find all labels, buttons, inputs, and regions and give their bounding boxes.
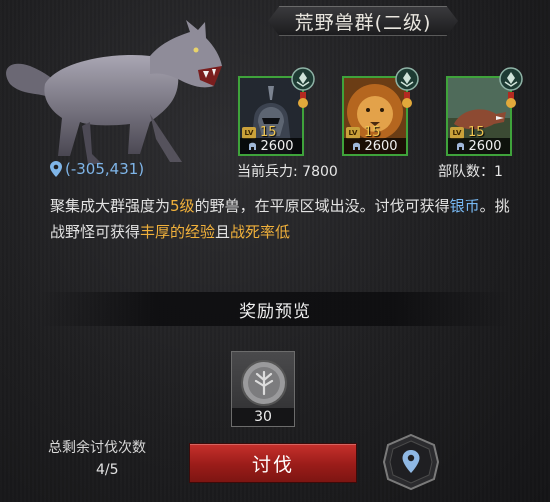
desc-text: 且 <box>215 223 231 241</box>
reward-preview-header: 奖励预览 <box>40 292 510 326</box>
desc-exp-highlight: 丰厚的经验 <box>140 223 216 241</box>
medal-icon <box>402 92 412 108</box>
remaining-attempts-label: 总剩余讨伐次数 <box>48 440 146 456</box>
helmet-icon <box>457 142 465 150</box>
coordinates-text: (-305,431) <box>65 160 145 178</box>
wolf-illustration <box>6 20 222 164</box>
medal-icon <box>298 92 308 108</box>
coordinates-link[interactable]: (-305,431) <box>50 160 144 178</box>
unit-power: 2600 <box>260 138 294 154</box>
location-pin-icon <box>50 161 62 177</box>
current-power-stat: 当前兵力: 7800 <box>237 164 338 180</box>
unit-power-row: 2600 <box>240 138 302 154</box>
unit-power: 2600 <box>364 138 398 154</box>
reward-count: 30 <box>232 408 294 426</box>
title-banner: 荒野兽群(二级) <box>268 6 458 36</box>
monster-info-panel: 荒野兽群(二级) (-305,431) LV 15 2600 LV 15 260… <box>0 0 550 502</box>
level-badge-icon: LV <box>450 126 464 139</box>
attack-button-label: 讨伐 <box>251 453 294 476</box>
helmet-icon <box>353 142 361 150</box>
helmet-icon <box>249 142 257 150</box>
level-badge-icon: LV <box>346 126 360 139</box>
attack-button[interactable]: 讨伐 <box>189 443 357 483</box>
reward-preview-title: 奖励预览 <box>239 301 311 322</box>
desc-lowloss-highlight: 战死率低 <box>230 223 291 241</box>
locate-button[interactable] <box>382 433 440 491</box>
troop-type-emblem-icon <box>291 67 315 91</box>
remaining-attempts-value: 4/5 <box>96 462 119 478</box>
monster-description: 聚集成大群强度为5级的野兽，在平原区域出没。讨伐可获得银币。挑战野怪可获得丰厚的… <box>50 193 510 245</box>
desc-text: 聚集成大群强度为 <box>50 197 171 215</box>
unit-power-row: 2600 <box>344 138 406 154</box>
monster-title: 荒野兽群(二级) <box>294 11 432 34</box>
desc-level-highlight: 5级 <box>170 197 195 215</box>
unit-power-row: 2600 <box>448 138 510 154</box>
desc-silver-highlight: 银币 <box>449 197 480 215</box>
troop-count-stat: 部队数：1 <box>438 164 503 180</box>
unit-power: 2600 <box>468 138 502 154</box>
troop-type-emblem-icon <box>499 67 523 91</box>
level-badge-icon: LV <box>242 126 256 139</box>
troop-type-emblem-icon <box>395 67 419 91</box>
silver-coin-icon <box>241 360 287 406</box>
desc-text: 的野兽，在平原区域出没。讨伐可获得 <box>194 197 450 215</box>
reward-item-silver[interactable]: 30 <box>231 351 295 427</box>
medal-icon <box>506 92 516 108</box>
